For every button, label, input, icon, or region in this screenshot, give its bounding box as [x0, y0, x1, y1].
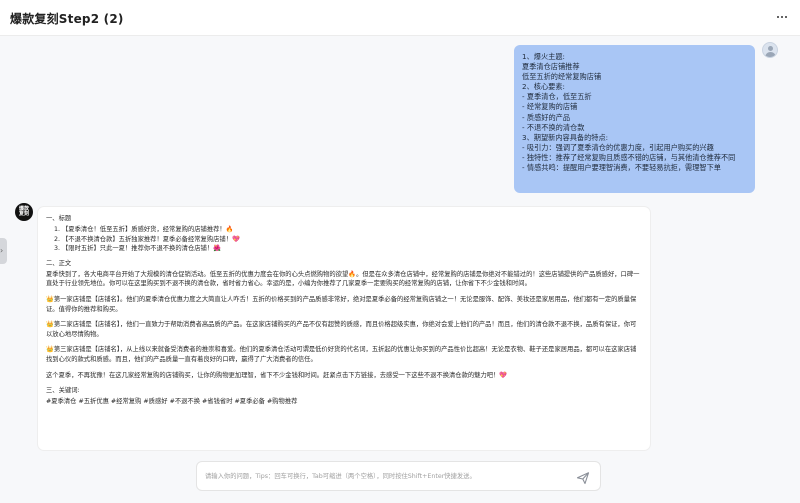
list-item: 3. 【限时五折】只此一夏！推荐你不退不换的清仓店铺！🌺	[54, 245, 221, 253]
user-message-line: - 质感好的产品	[522, 112, 571, 122]
bot-message-card: 一、标题 1. 【夏季清仓！低至五折】质感好货，经常复购的店铺推荐！🔥 2. 【…	[38, 207, 650, 450]
list-item: 2. 【不退不换清仓款】五折独家推荐！夏季必备经常复购店铺！💖	[54, 235, 240, 243]
user-message-line: - 经常复购的店铺	[522, 102, 578, 112]
chat-input[interactable]	[205, 469, 565, 483]
body-paragraph: 这个夏季，不再犹豫！在这几家经常复购的店铺购买，让你的购物更加理智，省下不少金钱…	[46, 371, 508, 379]
top-bar: 爆款复刻Step2 (2)	[0, 0, 800, 36]
section-heading-titles: 一、标题	[46, 215, 72, 222]
user-message-line: 3、期望新内容具备的特点:	[522, 132, 609, 142]
user-message-bubble: 1、爆火主题: 夏季清仓店铺推荐 低至五折的经常复购店铺 2、核心要素: - 夏…	[514, 45, 755, 193]
section-heading-body: 二、正文	[46, 259, 72, 267]
user-message-line: 夏季清仓店铺推荐	[522, 62, 580, 72]
user-message-line: - 夏季清仓，低至五折	[522, 92, 592, 102]
chevron-right-icon: ›	[0, 246, 4, 255]
keywords-line: #夏季清仓 #五折优惠 #经常复购 #质感好 #不退不换 #省钱省时 #夏季必备…	[46, 398, 298, 406]
send-icon[interactable]	[576, 470, 590, 485]
body-paragraph: 👑第三家店铺是【店铺名】，从上线以来就备受消费者的推崇和喜爱。他们的夏季清仓活动…	[46, 346, 637, 363]
list-item: 1. 【夏季清仓！低至五折】质感好货，经常复购的店铺推荐！🔥	[54, 226, 234, 233]
more-options-icon[interactable]	[774, 9, 790, 25]
user-message-line: - 不退不换的清仓款	[522, 122, 585, 132]
bot-avatar-label: 爆款 复刻	[18, 205, 29, 217]
chat-input-box[interactable]	[196, 461, 601, 491]
bot-avatar: 爆款 复刻	[15, 203, 33, 221]
sidebar-toggle-button[interactable]: ›	[0, 238, 7, 264]
user-message-line: 2、核心要素:	[522, 82, 565, 92]
title-list: 1. 【夏季清仓！低至五折】质感好货，经常复购的店铺推荐！🔥 2. 【不退不换清…	[54, 225, 642, 254]
user-message-line: 1、爆火主题:	[522, 52, 565, 61]
page-title: 爆款复刻Step2 (2)	[10, 12, 124, 26]
user-avatar	[762, 42, 778, 58]
user-message-line: - 情感共鸣：提醒用户要理智消费，不要轻易抗拒，需理智下单	[522, 163, 721, 173]
user-message-line: - 吸引力：强调了夏季清仓的优惠力度，引起用户购买的兴趣	[522, 142, 714, 152]
user-message-line: 低至五折的经常复购店铺	[522, 72, 602, 82]
body-paragraph: 👑第一家店铺是【店铺名】。他们的夏季清仓优惠力度之大简直让人咋舌！五折的价格买到…	[46, 295, 637, 313]
section-heading-keywords: 三、关键词:	[46, 387, 80, 395]
user-message-line: - 独特性：推荐了经常复购且质感不错的店铺，与其他清仓推荐不同	[522, 152, 736, 162]
body-paragraph: 👑第二家店铺是【店铺名】，他们一直致力于帮助消费者高品质的产品。在这家店铺购买的…	[46, 321, 637, 338]
body-paragraph: 夏季快到了，各大电商平台开始了大规模的清仓促销活动。低至五折的优惠力度会在你的心…	[46, 270, 640, 288]
